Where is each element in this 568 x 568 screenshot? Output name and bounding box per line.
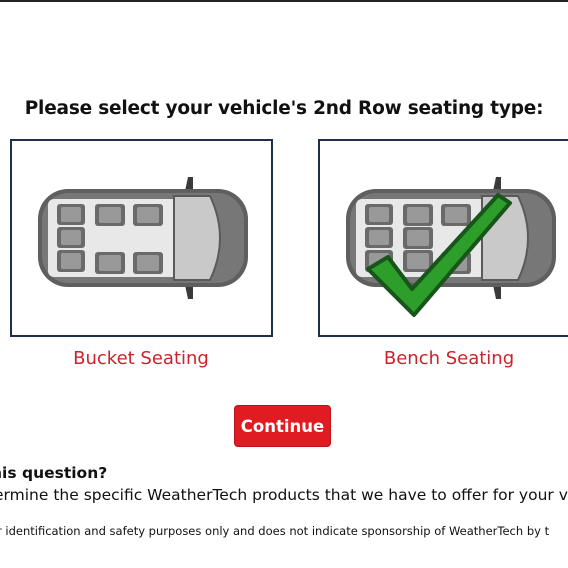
disclaimer-text: r identification and safety purposes onl… (0, 524, 550, 538)
page-title: Please select your vehicle's 2nd Row sea… (24, 98, 544, 119)
continue-button[interactable]: Continue (234, 405, 331, 447)
top-divider (0, 0, 568, 2)
info-title: his question? (0, 464, 108, 482)
info-body: ermine the specific WeatherTech products… (0, 486, 568, 504)
bucket-seating-label[interactable]: Bucket Seating (10, 348, 272, 369)
checkmark-icon (366, 193, 512, 317)
bucket-seating-option[interactable] (10, 139, 273, 337)
bench-seating-option[interactable] (318, 139, 568, 337)
bench-seating-label[interactable]: Bench Seating (318, 348, 568, 369)
van-bucket-seats-image (38, 177, 248, 299)
